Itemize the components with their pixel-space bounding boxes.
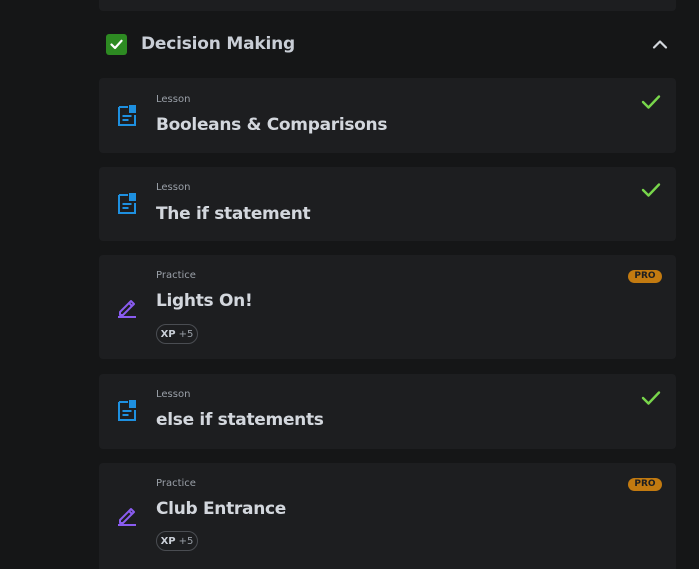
item-type-label: Lesson xyxy=(156,182,191,193)
chevron-up-icon[interactable] xyxy=(651,36,669,52)
course-outline: Decision Making Lesson Booleans & Compar… xyxy=(0,0,699,569)
checkmark-icon xyxy=(110,39,123,50)
previous-section-card xyxy=(99,0,676,11)
lesson-card-if-statement[interactable]: Lesson The if statement xyxy=(99,167,676,241)
practice-pencil-icon xyxy=(118,508,136,526)
lesson-card-else-if-statements[interactable]: Lesson else if statements xyxy=(99,374,676,449)
lesson-document-icon xyxy=(118,400,136,421)
section-header-decision-making[interactable]: Decision Making xyxy=(99,26,676,62)
lesson-card-booleans-comparisons[interactable]: Lesson Booleans & Comparisons xyxy=(99,78,676,153)
practice-card-lights-on[interactable]: Practice Lights On! PRO XP +5 xyxy=(99,255,676,359)
xp-label: XP xyxy=(160,535,176,547)
section-title: Decision Making xyxy=(141,34,295,54)
item-title: Booleans & Comparisons xyxy=(156,115,388,135)
item-title: Club Entrance xyxy=(156,499,287,519)
xp-reward-chip: XP +5 xyxy=(156,324,198,344)
practice-pencil-icon xyxy=(118,300,136,318)
practice-card-club-entrance[interactable]: Practice Club Entrance PRO XP +5 xyxy=(99,463,676,569)
xp-value: +5 xyxy=(178,535,194,547)
pro-badge: PRO xyxy=(628,478,662,491)
item-type-label: Practice xyxy=(156,270,196,281)
item-type-label: Lesson xyxy=(156,94,191,105)
item-type-label: Practice xyxy=(156,478,196,489)
item-type-label: Lesson xyxy=(156,389,191,400)
completed-check-icon xyxy=(641,391,661,405)
completed-check-icon xyxy=(641,95,661,109)
lesson-document-icon xyxy=(118,105,136,126)
xp-value: +5 xyxy=(178,328,194,340)
item-title: else if statements xyxy=(156,410,324,430)
lesson-document-icon xyxy=(118,193,136,214)
xp-label: XP xyxy=(160,328,176,340)
xp-reward-chip: XP +5 xyxy=(156,531,198,551)
pro-badge: PRO xyxy=(628,270,662,283)
section-complete-checkbox xyxy=(106,34,127,55)
completed-check-icon xyxy=(641,183,661,197)
item-title: Lights On! xyxy=(156,291,253,311)
item-title: The if statement xyxy=(156,204,311,224)
